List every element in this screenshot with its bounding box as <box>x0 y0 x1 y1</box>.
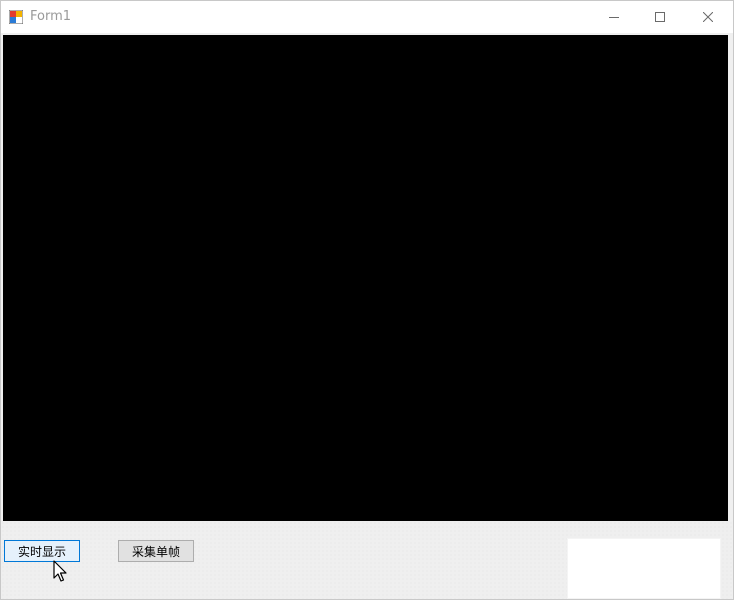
video-display-panel[interactable] <box>3 35 728 521</box>
maximize-icon <box>655 12 665 22</box>
title-bar[interactable]: Form1 <box>1 1 733 33</box>
minimize-icon <box>609 12 619 22</box>
form1-window: Form1 实时显示 采集单帧 <box>0 0 734 600</box>
window-title: Form1 <box>30 9 72 24</box>
close-button[interactable] <box>685 1 731 33</box>
close-icon <box>703 12 713 22</box>
mouse-pointer-icon <box>53 560 69 584</box>
winforms-app-icon <box>8 9 24 25</box>
live-display-button[interactable]: 实时显示 <box>4 540 80 562</box>
maximize-button[interactable] <box>637 1 683 33</box>
capture-single-frame-button[interactable]: 采集单帧 <box>118 540 194 562</box>
result-textbox[interactable] <box>567 538 721 599</box>
minimize-button[interactable] <box>591 1 637 33</box>
